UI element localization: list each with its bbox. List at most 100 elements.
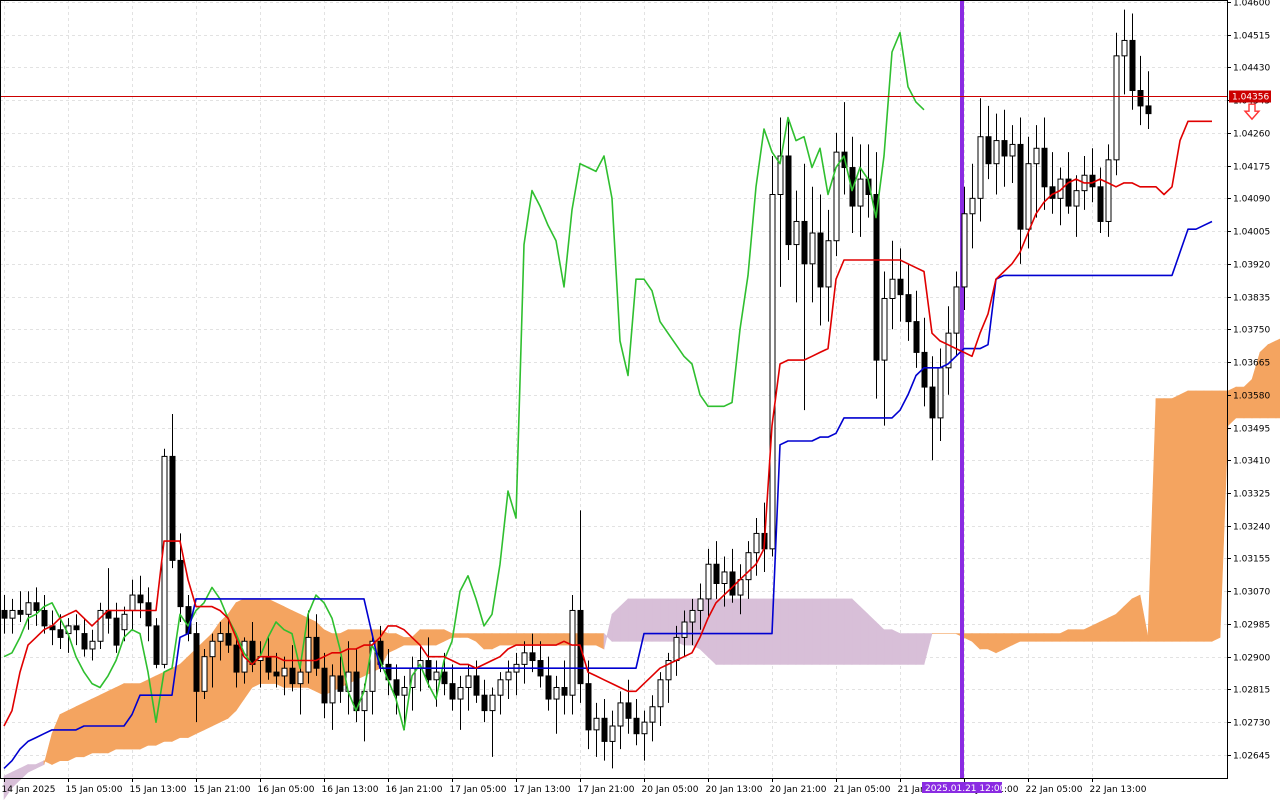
kumo-segment (1099, 617, 1109, 642)
bear-candle (249, 640, 256, 665)
bull-candle (489, 694, 496, 712)
current-price-label: 1.04356 (1232, 93, 1269, 103)
kumo-segment (1163, 398, 1173, 642)
bear-candle (449, 683, 456, 700)
kumo-segment (1275, 338, 1280, 419)
kumo-segment (1027, 633, 1037, 642)
y-tick-label: 1.03750 (1233, 326, 1270, 336)
bull-candle (977, 136, 984, 199)
bull-candle (969, 197, 976, 215)
bull-candle (793, 220, 800, 246)
kumo-segment (1259, 343, 1269, 419)
kumo-segment (715, 598, 725, 665)
bull-candle (465, 675, 472, 688)
bull-candle (129, 594, 136, 611)
bear-candle (313, 636, 320, 669)
kumo-segment (979, 633, 989, 650)
bear-candle (729, 571, 736, 596)
y-tick-label: 1.03155 (1233, 555, 1270, 565)
bear-candle (273, 671, 280, 677)
y-tick-label: 1.03920 (1233, 261, 1270, 271)
bull-candle (161, 455, 168, 665)
bear-candle (1017, 143, 1024, 230)
bull-candle (569, 609, 576, 696)
kumo-segment (1035, 633, 1045, 642)
kumo-segment (531, 633, 541, 646)
kumo-segment (107, 687, 117, 754)
bull-candle (641, 721, 648, 735)
y-tick-label: 1.03835 (1233, 294, 1270, 304)
bear-candle (1137, 90, 1144, 107)
kumo-segment (731, 598, 741, 665)
kumo-segment (1179, 390, 1189, 642)
bull-candle (649, 706, 656, 723)
bear-candle (817, 232, 824, 288)
kumo-segment (843, 598, 853, 665)
y-tick-label: 1.03325 (1233, 490, 1270, 500)
kumo-segment (619, 598, 629, 642)
bear-candle (1129, 39, 1136, 92)
bear-candle (441, 671, 448, 685)
bull-candle (329, 675, 336, 704)
bear-candle (545, 675, 552, 700)
bull-candle (737, 579, 744, 596)
x-tick-label: 16 Jan 21:00 (386, 785, 443, 795)
kumo-segment (499, 633, 509, 646)
bull-candle (689, 609, 696, 623)
bull-candle (281, 667, 288, 677)
bull-candle (457, 686, 464, 700)
bull-candle (433, 671, 440, 681)
kumo-segment (779, 598, 789, 665)
kumo-segment (651, 598, 661, 642)
y-tick-label: 1.04005 (1233, 228, 1270, 238)
bull-candle (497, 679, 504, 696)
y-tick-label: 1.04430 (1233, 64, 1270, 74)
y-tick-label: 1.02815 (1233, 686, 1270, 696)
kumo-segment (1171, 394, 1181, 642)
bear-candle (321, 667, 328, 704)
kumo-segment (139, 679, 149, 750)
y-tick-label: 1.03665 (1233, 359, 1270, 369)
bear-candle (473, 675, 480, 696)
kumo-segment (219, 613, 229, 723)
kumo-segment (403, 637, 413, 646)
kumo-segment (419, 629, 429, 646)
bear-candle (113, 617, 120, 646)
kumo-segment (755, 598, 765, 665)
kumo-segment (1043, 633, 1053, 642)
price-chart[interactable]: 1.046001.045151.044301.043451.042601.041… (0, 0, 1280, 800)
x-tick-label: 16 Jan 05:00 (258, 785, 315, 795)
x-tick-label: 16 Jan 13:00 (322, 785, 379, 795)
bull-candle (9, 609, 16, 619)
kumo-segment (91, 694, 101, 754)
kumo-segment (587, 633, 597, 646)
bear-candle (337, 675, 344, 692)
kumo-segment (1075, 629, 1085, 642)
x-tick-label: 22 Jan 13:00 (1090, 785, 1147, 795)
bear-candle (169, 455, 176, 561)
kumo-segment (875, 621, 885, 665)
bear-candle (193, 633, 200, 692)
kumo-segment (483, 633, 493, 650)
bear-candle (897, 278, 904, 296)
kumo-segment (179, 655, 189, 738)
bull-candle (1113, 55, 1120, 161)
kumo-segment (915, 633, 925, 665)
bull-candle (753, 532, 760, 554)
x-tick-label: 17 Jan 21:00 (578, 785, 635, 795)
bear-candle (225, 633, 232, 646)
bear-candle (425, 660, 432, 681)
bull-candle (657, 679, 664, 708)
x-tick-label: 20 Jan 13:00 (706, 785, 763, 795)
bear-candle (1145, 105, 1152, 115)
bull-candle (505, 671, 512, 681)
kumo-segment (1067, 629, 1077, 642)
bull-candle (993, 140, 1000, 165)
kumo-segment (883, 629, 893, 665)
kumo-segment (547, 633, 557, 646)
kumo-segment (787, 598, 797, 665)
x-tick-label: 21 Jan 05:00 (834, 785, 891, 795)
bull-candle (825, 240, 832, 288)
bull-candle (1073, 190, 1080, 207)
kumo-segment (739, 598, 749, 665)
